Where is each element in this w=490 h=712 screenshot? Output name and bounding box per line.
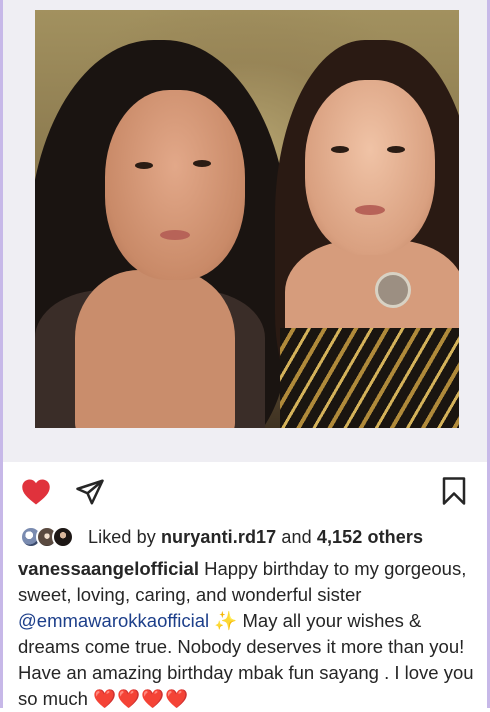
avatar	[52, 526, 74, 548]
bookmark-icon[interactable]	[441, 476, 467, 506]
person-right-face	[305, 80, 435, 255]
hearts-emoji: ❤️❤️❤️❤️	[93, 688, 190, 709]
heart-filled-icon[interactable]	[21, 478, 51, 506]
likes-summary[interactable]: Liked by nuryanti.rd17 and 4,152 others	[20, 522, 480, 552]
paper-plane-icon[interactable]	[75, 477, 105, 507]
likes-count[interactable]: 4,152 others	[317, 527, 423, 547]
liker-avatars	[20, 524, 88, 550]
caption-username[interactable]: vanessaangelofficial	[18, 558, 199, 579]
post-photo[interactable]	[35, 10, 459, 428]
post-image-container	[3, 0, 487, 462]
likes-prefix: Liked by	[88, 526, 161, 547]
likes-connector: and	[276, 526, 317, 547]
person-right-dress	[280, 328, 459, 428]
necklace-pendant	[375, 272, 411, 308]
post-caption: vanessaangelofficial Happy birthday to m…	[18, 556, 478, 712]
person-left-face	[105, 90, 245, 280]
sparkles-emoji: ✨	[209, 610, 238, 631]
caption-mention[interactable]: @emmawarokkaofficial	[18, 610, 209, 631]
post-actions	[3, 468, 487, 512]
liker-username[interactable]: nuryanti.rd17	[161, 527, 276, 547]
person-left-chest	[75, 270, 235, 428]
